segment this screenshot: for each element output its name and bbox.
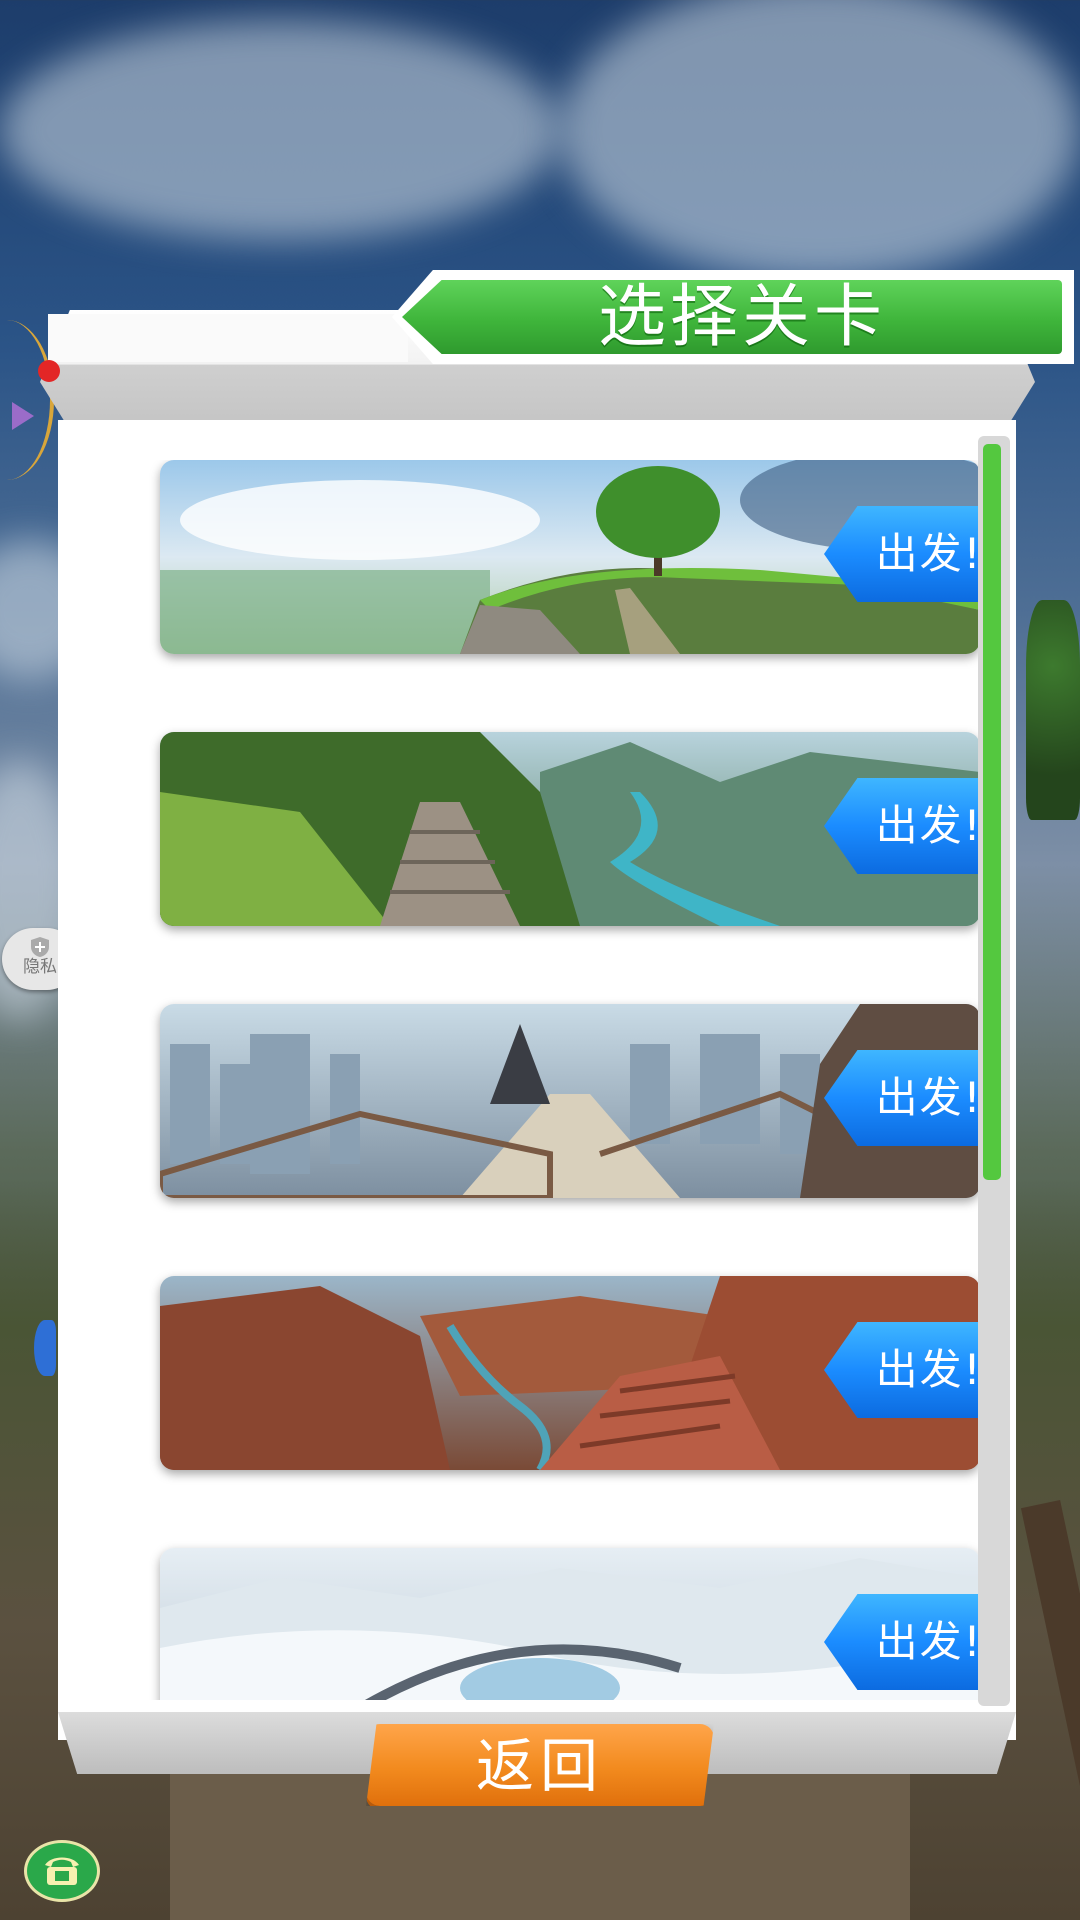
go-button-2[interactable]: 出发! [824, 778, 980, 874]
cloud [0, 20, 560, 240]
go-button-3-label: 出发! [875, 1073, 980, 1122]
page-title: 选择关卡 [597, 278, 886, 357]
notification-dot [38, 360, 60, 382]
level-card-5[interactable]: 出发! [160, 1548, 980, 1700]
scrollbar[interactable] [978, 436, 1010, 1706]
panel-header-highlight [48, 314, 408, 362]
go-button-1-label: 出发! [875, 529, 980, 578]
go-button-3[interactable]: 出发! [824, 1050, 980, 1146]
level-card-3[interactable]: 出发! [160, 1004, 980, 1198]
level-card-2[interactable]: 出发! [160, 732, 980, 926]
side-expand-arrow-icon[interactable] [12, 402, 34, 430]
cloud [560, 0, 1080, 280]
go-button-5[interactable]: 出发! [824, 1594, 980, 1690]
level-card-4[interactable]: 出发! [160, 1276, 980, 1470]
level-card-1[interactable]: 出发! [160, 460, 980, 654]
level-list[interactable]: 出发! 出发! 出发! 出发! 出发! [120, 460, 1000, 1700]
go-button-4[interactable]: 出发! [824, 1322, 980, 1418]
go-button-4-label: 出发! [875, 1345, 980, 1394]
phone-button[interactable] [24, 1840, 100, 1902]
back-button-label: 返回 [475, 1732, 604, 1800]
phone-icon [45, 1857, 79, 1885]
title-banner: 选择关卡 [392, 270, 1074, 364]
scrollbar-thumb[interactable] [983, 444, 1001, 1180]
level-select-panel: 选择关卡 出发! 出发! 出发! 出发! 出发! [38, 270, 1074, 1780]
go-button-1[interactable]: 出发! [824, 506, 980, 602]
go-button-2-label: 出发! [875, 801, 980, 850]
back-button[interactable]: 返回 [366, 1724, 714, 1806]
go-button-5-label: 出发! [875, 1617, 980, 1666]
